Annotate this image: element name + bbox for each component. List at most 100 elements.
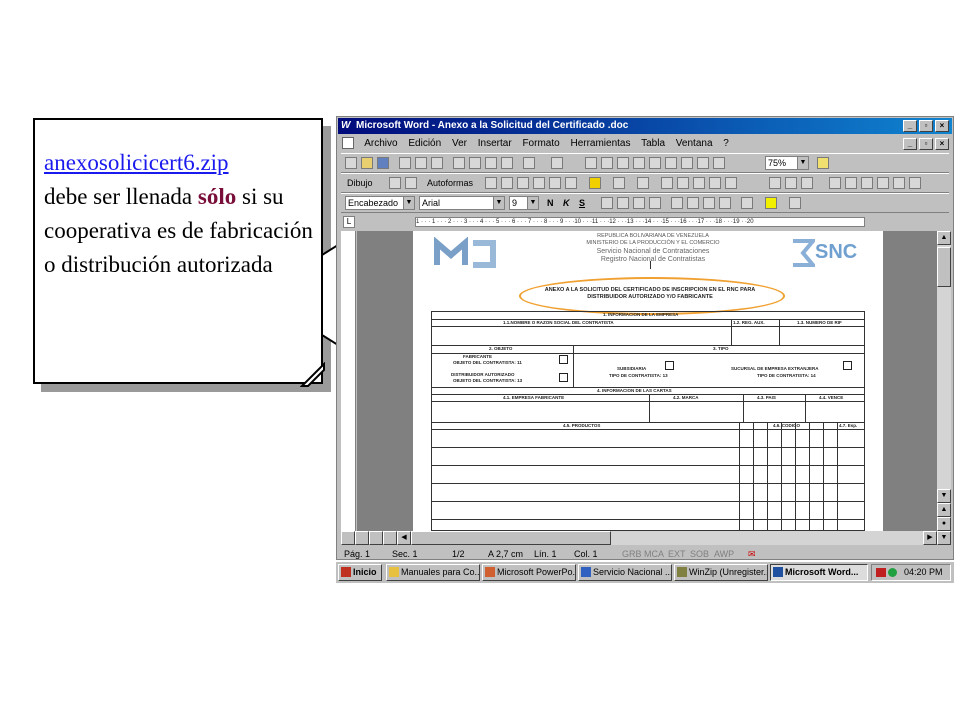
status-grb[interactable]: GRB	[622, 547, 642, 561]
status-awp[interactable]: AWP	[714, 547, 734, 561]
bold-button[interactable]: N	[547, 197, 554, 209]
start-button[interactable]: Inicio	[338, 564, 382, 581]
status-ext[interactable]: EXT	[668, 547, 686, 561]
oval-icon[interactable]	[533, 177, 545, 189]
cut-icon[interactable]	[453, 157, 465, 169]
checkbox-icon[interactable]	[829, 177, 841, 189]
autoformas-menu[interactable]: Autoformas	[427, 177, 473, 189]
spelling-status-icon[interactable]: ✉	[748, 547, 756, 561]
copy-icon[interactable]	[469, 157, 481, 169]
wordart-icon[interactable]	[565, 177, 577, 189]
hyperlink-icon[interactable]	[585, 157, 597, 169]
select-objects-icon[interactable]	[389, 177, 401, 189]
web-view-icon[interactable]	[355, 531, 369, 545]
vertical-scrollbar[interactable]: ▲ ▼ ▲ ● ▼	[937, 231, 951, 545]
restore-button[interactable]: ▫	[919, 120, 933, 132]
menu-formato[interactable]: Formato	[522, 138, 559, 149]
open-icon[interactable]	[361, 157, 373, 169]
zoom-select[interactable]: 75% ▼	[765, 156, 809, 170]
increase-indent-icon[interactable]	[719, 197, 731, 209]
document-area[interactable]: REPUBLICA BOLIVARIANA DE VENEZUELA MINIS…	[357, 231, 937, 531]
combo-icon[interactable]	[893, 177, 905, 189]
subsidiaria-checkbox[interactable]	[665, 361, 674, 370]
doc-restore-button[interactable]: ▫	[919, 138, 933, 150]
doc-close-button[interactable]: ×	[935, 138, 949, 150]
task-winzip[interactable]: WinZip (Unregister...	[674, 564, 768, 581]
menu-herramientas[interactable]: Herramientas	[570, 138, 630, 149]
minimize-button[interactable]: _	[903, 120, 917, 132]
clock[interactable]: 04:20 PM	[904, 565, 943, 580]
menu-ventana[interactable]: Ventana	[676, 138, 713, 149]
justify-icon[interactable]	[649, 197, 661, 209]
columns-icon[interactable]	[665, 157, 677, 169]
form-shading-icon[interactable]	[801, 177, 813, 189]
font-color-icon[interactable]	[637, 177, 649, 189]
menu-archivo[interactable]: Archivo	[364, 138, 397, 149]
font-select[interactable]: Arial ▼	[419, 196, 505, 210]
zip-file-link[interactable]: anexosolicicert6.zip	[44, 150, 229, 175]
scroll-down-icon[interactable]: ▼	[937, 489, 951, 503]
textfield-icon[interactable]	[845, 177, 857, 189]
horizontal-scrollbar[interactable]: ◀ ▶	[341, 531, 937, 545]
form-props-icon[interactable]	[785, 177, 797, 189]
insert-table-icon[interactable]	[633, 157, 645, 169]
border-icon[interactable]	[741, 197, 753, 209]
save-icon[interactable]	[377, 157, 389, 169]
list-icon[interactable]	[909, 177, 921, 189]
prev-page-icon[interactable]: ▲	[937, 503, 951, 517]
task-servicio-nacional[interactable]: Servicio Nacional ...	[578, 564, 672, 581]
style-select[interactable]: Encabezado ▼	[345, 196, 415, 210]
browse-object-icon[interactable]: ●	[937, 517, 951, 531]
italic-button[interactable]: K	[563, 197, 570, 209]
close-button[interactable]: ×	[935, 120, 949, 132]
underline-button[interactable]: S	[579, 197, 585, 209]
radio-icon[interactable]	[877, 177, 889, 189]
hscroll-thumb[interactable]	[411, 531, 611, 545]
align-left-icon[interactable]	[601, 197, 613, 209]
task-powerpoint[interactable]: Microsoft PowerPo...	[482, 564, 576, 581]
show-hide-icon[interactable]	[713, 157, 725, 169]
fill-color-icon[interactable]	[589, 177, 601, 189]
highlight-icon[interactable]	[765, 197, 777, 209]
3d-icon[interactable]	[725, 177, 737, 189]
tables-icon[interactable]	[617, 157, 629, 169]
scroll-up-icon[interactable]: ▲	[937, 231, 951, 245]
line-color-icon[interactable]	[613, 177, 625, 189]
menu-tabla[interactable]: Tabla	[641, 138, 665, 149]
menu-help[interactable]: ?	[723, 138, 729, 149]
numbering-icon[interactable]	[671, 197, 683, 209]
print-icon[interactable]	[399, 157, 411, 169]
paste-icon[interactable]	[485, 157, 497, 169]
tray-app-icon[interactable]	[876, 568, 886, 577]
web-toolbar-icon[interactable]	[601, 157, 613, 169]
drawing-icon[interactable]	[681, 157, 693, 169]
align-right-icon[interactable]	[633, 197, 645, 209]
shadow-icon[interactable]	[709, 177, 721, 189]
button-icon[interactable]	[861, 177, 873, 189]
line-icon[interactable]	[485, 177, 497, 189]
distribuidor-checkbox[interactable]	[559, 373, 568, 382]
page-view-icon[interactable]	[369, 531, 383, 545]
status-mca[interactable]: MCA	[644, 547, 664, 561]
outline-view-icon[interactable]	[383, 531, 397, 545]
rectangle-icon[interactable]	[517, 177, 529, 189]
next-page-icon[interactable]: ▼	[937, 531, 951, 545]
form-field-icon[interactable]	[769, 177, 781, 189]
dash-style-icon[interactable]	[677, 177, 689, 189]
task-word[interactable]: Microsoft Word...	[770, 564, 868, 581]
vertical-ruler[interactable]	[341, 231, 356, 531]
text-color-icon[interactable]	[789, 197, 801, 209]
sucursal-checkbox[interactable]	[843, 361, 852, 370]
fabricante-checkbox[interactable]	[559, 355, 568, 364]
help-icon[interactable]	[817, 157, 829, 169]
arrow-style-icon[interactable]	[693, 177, 705, 189]
task-manuales[interactable]: Manuales para Co...	[386, 564, 480, 581]
title-bar[interactable]: W Microsoft Word - Anexo a la Solicitud …	[338, 118, 952, 134]
menu-ver[interactable]: Ver	[452, 138, 467, 149]
redo-icon[interactable]	[551, 157, 563, 169]
doc-icon[interactable]	[342, 137, 354, 150]
dibujo-menu[interactable]: Dibujo	[347, 177, 373, 189]
undo-icon[interactable]	[523, 157, 535, 169]
textbox-icon[interactable]	[549, 177, 561, 189]
new-doc-icon[interactable]	[345, 157, 357, 169]
